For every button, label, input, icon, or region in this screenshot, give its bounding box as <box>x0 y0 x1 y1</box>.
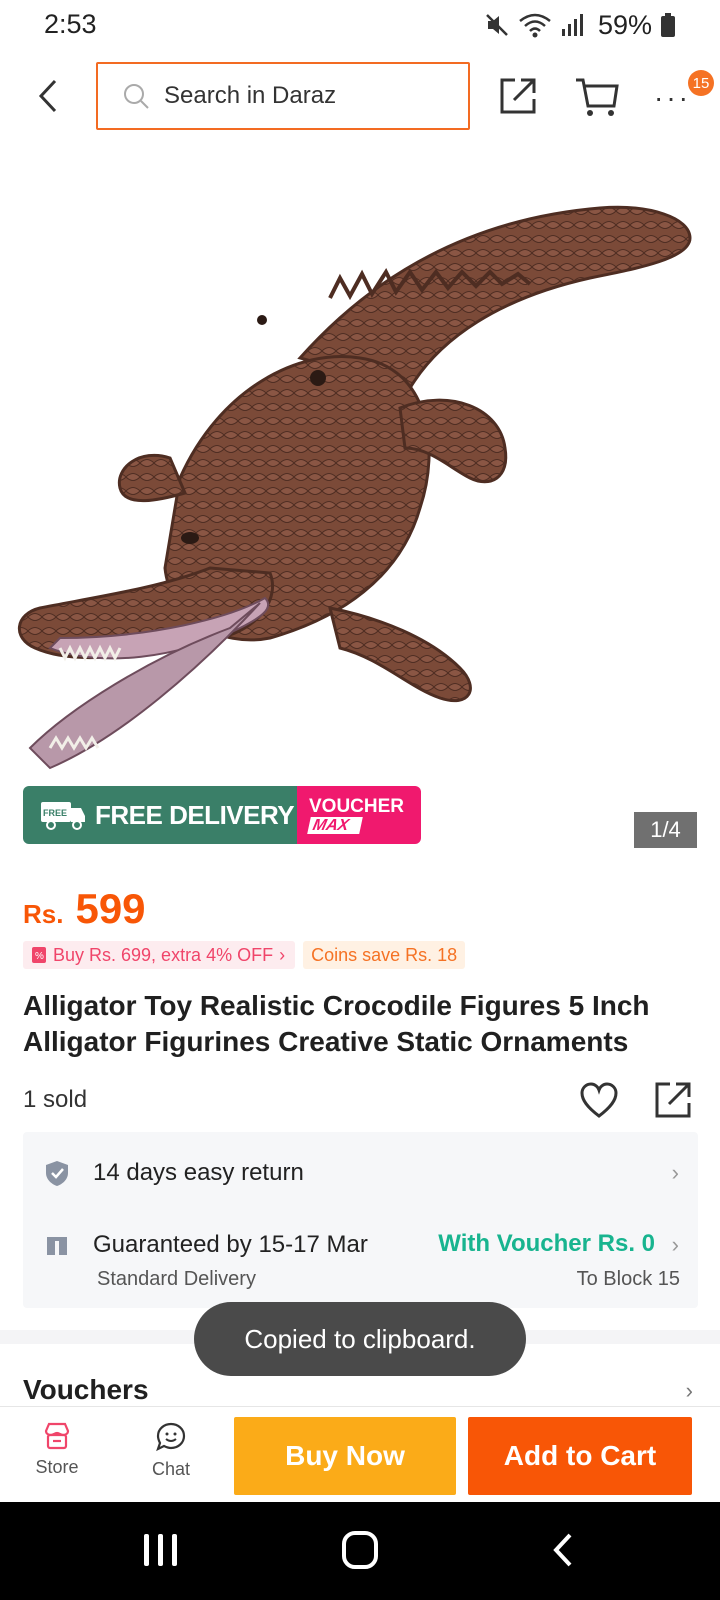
battery-icon <box>661 13 675 37</box>
buy-now-button[interactable]: Buy Now <box>234 1417 456 1495</box>
price-value: 599 <box>75 885 146 932</box>
product-share-button[interactable] <box>653 1080 695 1122</box>
coins-chip: Coins save Rs. 18 <box>303 941 466 969</box>
nav-back-button[interactable] <box>548 1532 578 1568</box>
delivery-guarantee: Guaranteed by 15-17 Mar <box>93 1231 368 1258</box>
store-icon <box>44 1422 70 1450</box>
vouchers-title: Vouchers <box>23 1374 149 1405</box>
return-policy-row[interactable]: 14 days easy return › <box>43 1156 683 1190</box>
wishlist-button[interactable] <box>579 1082 619 1122</box>
chat-button[interactable]: Chat <box>136 1421 206 1491</box>
delivery-type: Standard Delivery <box>97 1268 256 1290</box>
back-icon <box>38 79 57 113</box>
chevron-right-icon: › <box>685 1378 693 1403</box>
chevron-right-icon: › <box>671 1160 679 1185</box>
free-delivery-label: FREE DELIVERY <box>95 799 295 830</box>
voucher-delivery-price: With Voucher Rs. 0 <box>438 1230 655 1257</box>
delivery-location: To Block 15 <box>576 1268 680 1290</box>
toast-message: Copied to clipboard. <box>194 1302 526 1376</box>
add-to-cart-button[interactable]: Add to Cart <box>468 1417 692 1495</box>
shield-check-icon <box>46 1161 68 1186</box>
delivery-row[interactable]: Guaranteed by 15-17 Mar With Voucher Rs.… <box>43 1228 683 1262</box>
search-placeholder: Search in Daraz <box>164 82 337 109</box>
svg-text:%: % <box>35 951 44 962</box>
share-icon <box>500 78 536 114</box>
cart-icon <box>576 78 619 116</box>
sold-count: 1 sold <box>23 1086 88 1113</box>
status-bar: 2:53 59% <box>0 0 720 52</box>
recents-button[interactable] <box>140 1534 180 1568</box>
product-title: Alligator Toy Realistic Crocodile Figure… <box>23 990 650 1057</box>
package-icon <box>47 1237 67 1255</box>
vouchers-row[interactable]: Vouchers › <box>23 1374 693 1410</box>
service-card: 14 days easy return › Guaranteed by 15-1… <box>23 1132 698 1308</box>
discount-tag-icon: % <box>32 947 46 963</box>
crocodile-figure-image <box>17 205 692 770</box>
notification-badge: 15 <box>688 70 714 96</box>
more-icon: ··· <box>654 82 691 113</box>
share-button[interactable] <box>498 76 538 116</box>
chevron-right-icon: › <box>279 944 286 965</box>
chat-label: Chat <box>151 1459 191 1479</box>
app-header: Search in Daraz ··· <box>0 52 720 144</box>
signal-icon <box>561 14 583 36</box>
wifi-icon <box>519 13 551 38</box>
share-icon <box>655 1082 691 1118</box>
bundle-promo-text: Buy Rs. 699, extra 4% OFF <box>53 944 274 965</box>
promo-row: % Buy Rs. 699, extra 4% OFF › Coins save… <box>23 941 466 969</box>
image-counter: 1/4 <box>634 812 697 848</box>
bottom-action-bar: Store Chat Buy Now Add to Cart <box>0 1406 720 1502</box>
sold-row: 1 sold <box>23 1080 703 1120</box>
delivery-truck-icon: FREE <box>41 802 85 830</box>
back-button[interactable] <box>30 76 66 116</box>
max-label: MAX <box>307 816 363 834</box>
bundle-promo-chip[interactable]: % Buy Rs. 699, extra 4% OFF › <box>23 941 296 969</box>
mute-icon <box>486 14 508 36</box>
chevron-right-icon: › <box>671 1232 679 1257</box>
status-icons: 59% <box>484 8 676 42</box>
chat-icon <box>156 1422 186 1452</box>
price: Rs. 599 <box>23 885 146 935</box>
free-tag: FREE <box>43 808 67 818</box>
battery-percent: 59% <box>597 9 652 40</box>
status-time: 2:53 <box>44 9 97 39</box>
search-icon <box>124 84 149 109</box>
free-delivery-badge: FREE FREE DELIVERY <box>23 786 297 844</box>
heart-icon <box>580 1082 618 1118</box>
product-image[interactable] <box>0 148 720 868</box>
search-input[interactable]: Search in Daraz <box>96 62 470 130</box>
system-nav-bar <box>0 1502 720 1600</box>
promo-badge-banner: FREE FREE DELIVERY VOUCHER MAX <box>23 786 421 844</box>
home-button[interactable] <box>342 1531 378 1569</box>
return-policy-text: 14 days easy return <box>93 1159 304 1186</box>
price-currency: Rs. <box>23 899 64 929</box>
cart-button[interactable] <box>574 76 620 116</box>
voucher-max-badge: VOUCHER MAX <box>297 786 421 844</box>
store-label: Store <box>35 1457 79 1477</box>
store-button[interactable]: Store <box>22 1421 92 1491</box>
back-icon <box>553 1533 572 1567</box>
voucher-label: VOUCHER <box>309 795 405 817</box>
